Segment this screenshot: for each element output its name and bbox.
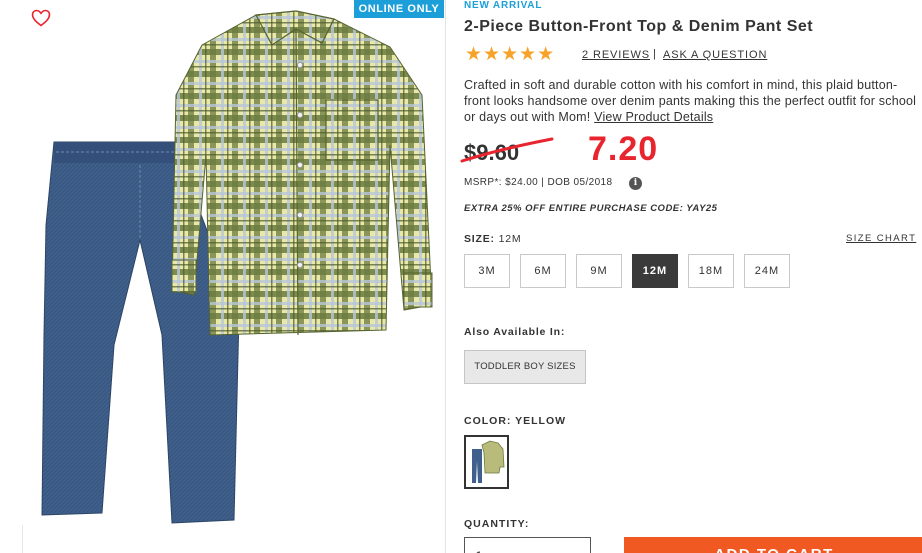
product-description: Crafted in soft and durable cotton with … xyxy=(464,77,920,125)
color-swatch-yellow[interactable] xyxy=(464,435,509,489)
link-separator: | xyxy=(653,48,656,60)
info-icon[interactable]: i xyxy=(629,177,642,190)
size-option-12m[interactable]: 12M xyxy=(632,254,678,288)
size-chart-link[interactable]: SIZE CHART xyxy=(846,233,916,244)
size-option-18m[interactable]: 18M xyxy=(688,254,734,288)
promo-text: EXTRA 25% OFF ENTIRE PURCHASE CODE: YAY2… xyxy=(464,203,718,214)
size-label-text: SIZE: xyxy=(464,233,495,245)
product-details: NEW ARRIVAL 2-Piece Button-Front Top & D… xyxy=(460,0,922,553)
price-strikethrough-mark xyxy=(460,137,554,163)
add-to-cart-button[interactable]: ADD TO CART xyxy=(624,537,922,553)
color-label: COLOR: YELLOW xyxy=(464,415,567,427)
selected-size: 12M xyxy=(498,233,522,245)
swatch-thumbnail xyxy=(472,440,505,483)
product-image[interactable] xyxy=(34,5,436,525)
image-frame-edge xyxy=(22,525,23,553)
product-image-panel: ONLINE ONLY xyxy=(0,0,446,553)
new-arrival-label: NEW ARRIVAL xyxy=(464,0,543,11)
size-label: SIZE: 12M xyxy=(464,233,521,245)
view-product-details-link[interactable]: View Product Details xyxy=(594,110,713,124)
quantity-label: QUANTITY: xyxy=(464,518,530,530)
column-divider xyxy=(445,0,446,553)
also-available-label: Also Available In: xyxy=(464,326,566,338)
reviews-link[interactable]: 2 REVIEWS xyxy=(582,49,650,61)
size-option-3m[interactable]: 3M xyxy=(464,254,510,288)
rating-stars[interactable]: ★★★★★ xyxy=(465,45,555,64)
size-option-6m[interactable]: 6M xyxy=(520,254,566,288)
size-option-24m[interactable]: 24M xyxy=(744,254,790,288)
toddler-boy-sizes-button[interactable]: TODDLER BOY SIZES xyxy=(464,350,586,384)
sale-price: 7.20 xyxy=(588,130,659,168)
size-option-9m[interactable]: 9M xyxy=(576,254,622,288)
msrp-line: MSRP*: $24.00 | DOB 05/2018 xyxy=(464,177,613,188)
product-title: 2-Piece Button-Front Top & Denim Pant Se… xyxy=(464,18,814,35)
quantity-input[interactable]: 1 xyxy=(464,537,591,553)
ask-question-link[interactable]: ASK A QUESTION xyxy=(663,49,767,61)
